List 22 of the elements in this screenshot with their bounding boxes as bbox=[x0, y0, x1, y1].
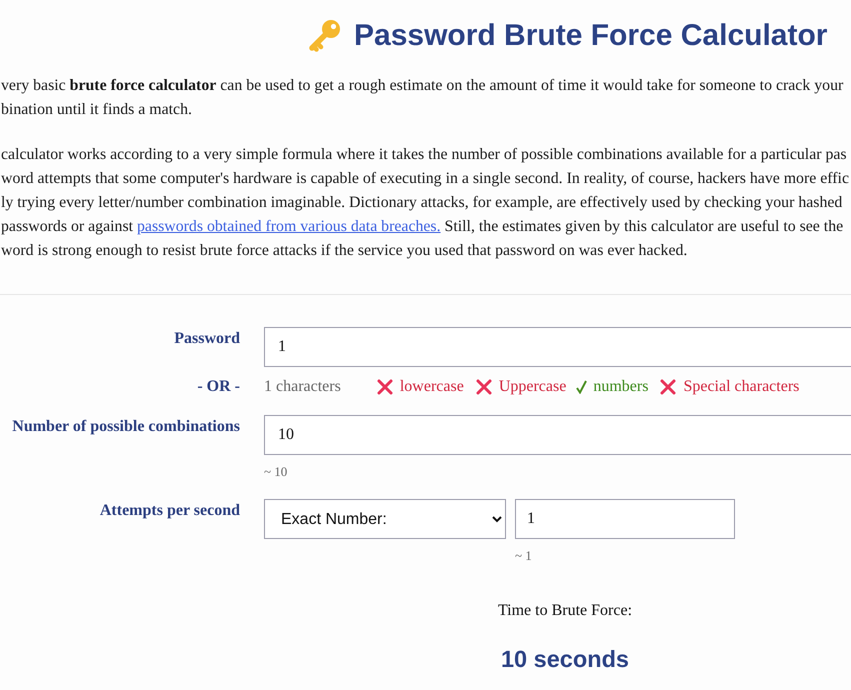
breaches-link[interactable]: passwords obtained from various data breaches. bbox=[136, 218, 441, 235]
key-icon bbox=[307, 19, 341, 53]
page-title: Password Brute Force Calculator bbox=[354, 18, 828, 54]
field-label: - OR - bbox=[197, 377, 240, 397]
field-label: Attempts per second bbox=[100, 501, 240, 521]
requirement-label: lowercase bbox=[400, 377, 464, 397]
intro-paragraph: calculator works according to a very simple formula where it takes the number of possible combinations available for a particular pas word attempts that some computer's hardware is capable of executing in a single second. In reality, of course, hackers have more effic ly trying every letter/number combination imaginable. Dictionary attacks, for example, are effectively used by checking your hashed passwords or against passwords obtained from various data breaches. Still, the estimates given by this calculator are useful to see the word is strong enough to resist brute force attacks if the service you used that password on was ever hacked. bbox=[1, 145, 850, 261]
requirement-label: numbers bbox=[593, 377, 648, 397]
intro-paragraph: very basic brute force calculator can be used to get a rough estimate on the amount of time it would take for someone to crack your bination until it finds a match. bbox=[1, 76, 844, 120]
approx-value: ~ 10 bbox=[264, 464, 288, 479]
result-value: 10 seconds bbox=[500, 645, 629, 673]
attempts-field[interactable]: 1 bbox=[515, 499, 735, 539]
approx-value: ~ 1 bbox=[515, 548, 532, 563]
field-label: Password bbox=[174, 329, 240, 349]
mode-dropdown[interactable]: Exact Number: bbox=[264, 499, 506, 539]
character-count: 1 characters bbox=[264, 377, 341, 397]
result-label: Time to Brute Force: bbox=[498, 601, 632, 621]
password-field[interactable]: 1 bbox=[264, 327, 851, 367]
field-label: Number of possible combinations bbox=[12, 417, 240, 437]
combinations-field[interactable]: 10 bbox=[264, 415, 851, 455]
requirement-label: Special characters bbox=[683, 377, 800, 397]
requirement-label: Uppercase bbox=[498, 377, 566, 397]
